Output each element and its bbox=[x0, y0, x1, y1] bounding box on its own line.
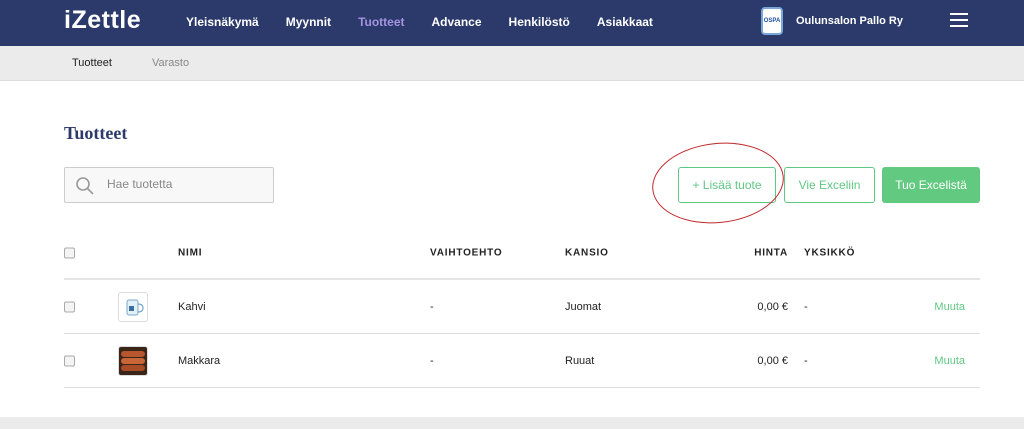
menu-icon[interactable] bbox=[950, 13, 968, 27]
product-name: Kahvi bbox=[178, 300, 206, 313]
nav-overview[interactable]: Yleisnäkymä bbox=[186, 15, 259, 29]
product-price: 0,00 € bbox=[757, 354, 788, 367]
top-navbar: iZettle Yleisnäkymä Myynnit Tuotteet Adv… bbox=[0, 0, 1024, 46]
add-product-button[interactable]: + Lisää tuote bbox=[678, 167, 776, 203]
search-input[interactable] bbox=[105, 176, 269, 192]
search-icon bbox=[76, 177, 94, 195]
nav-customers[interactable]: Asiakkaat bbox=[597, 15, 653, 29]
product-unit: - bbox=[804, 354, 808, 367]
table-row[interactable]: Kahvi - Juomat 0,00 € - Muuta bbox=[64, 280, 980, 334]
nav-staff[interactable]: Henkilöstö bbox=[509, 15, 570, 29]
product-price: 0,00 € bbox=[757, 300, 788, 313]
edit-link[interactable]: Muuta bbox=[934, 355, 965, 367]
product-variant: - bbox=[430, 354, 434, 367]
edit-link[interactable]: Muuta bbox=[934, 301, 965, 313]
product-folder: Juomat bbox=[565, 300, 602, 313]
main-nav: Yleisnäkymä Myynnit Tuotteet Advance Hen… bbox=[186, 15, 680, 29]
nav-sales[interactable]: Myynnit bbox=[286, 15, 331, 29]
product-folder: Ruuat bbox=[565, 354, 595, 367]
nav-products[interactable]: Tuotteet bbox=[358, 15, 404, 29]
import-excel-button[interactable]: Tuo Excelistä bbox=[882, 167, 980, 203]
izettle-logo[interactable]: iZettle bbox=[64, 6, 141, 35]
product-unit: - bbox=[804, 300, 808, 313]
sub-navigation: Tuotteet Varasto bbox=[0, 46, 1024, 81]
export-excel-button[interactable]: Vie Exceliin bbox=[784, 167, 875, 203]
header-unit[interactable]: YKSIKKÖ bbox=[804, 248, 855, 259]
header-price[interactable]: HINTA bbox=[754, 248, 788, 259]
coffee-cup-icon bbox=[118, 292, 148, 322]
page-title: Tuotteet bbox=[64, 123, 128, 143]
row-checkbox[interactable] bbox=[64, 301, 75, 312]
header-variant[interactable]: VAIHTOEHTO bbox=[430, 248, 502, 259]
footer-strip bbox=[0, 417, 1024, 429]
organization-name: Oulunsalon Pallo Ry bbox=[796, 15, 903, 27]
table-header: NIMI VAIHTOEHTO KANSIO HINTA YKSIKKÖ bbox=[64, 228, 980, 280]
organization-menu[interactable]: OSPA Oulunsalon Pallo Ry bbox=[761, 7, 903, 35]
header-name[interactable]: NIMI bbox=[178, 248, 202, 259]
select-all-checkbox[interactable] bbox=[64, 247, 75, 259]
product-variant: - bbox=[430, 300, 434, 313]
table-row[interactable]: Makkara - Ruuat 0,00 € - Muuta bbox=[64, 334, 980, 388]
products-table: NIMI VAIHTOEHTO KANSIO HINTA YKSIKKÖ Kah… bbox=[64, 228, 980, 388]
subnav-products[interactable]: Tuotteet bbox=[72, 57, 112, 69]
search-box[interactable] bbox=[64, 167, 274, 203]
sausage-icon bbox=[118, 346, 148, 376]
organization-badge-icon: OSPA bbox=[761, 7, 783, 35]
subnav-inventory[interactable]: Varasto bbox=[152, 57, 189, 69]
header-folder[interactable]: KANSIO bbox=[565, 248, 609, 259]
nav-advance[interactable]: Advance bbox=[432, 15, 482, 29]
product-name: Makkara bbox=[178, 354, 221, 367]
row-checkbox[interactable] bbox=[64, 355, 75, 366]
